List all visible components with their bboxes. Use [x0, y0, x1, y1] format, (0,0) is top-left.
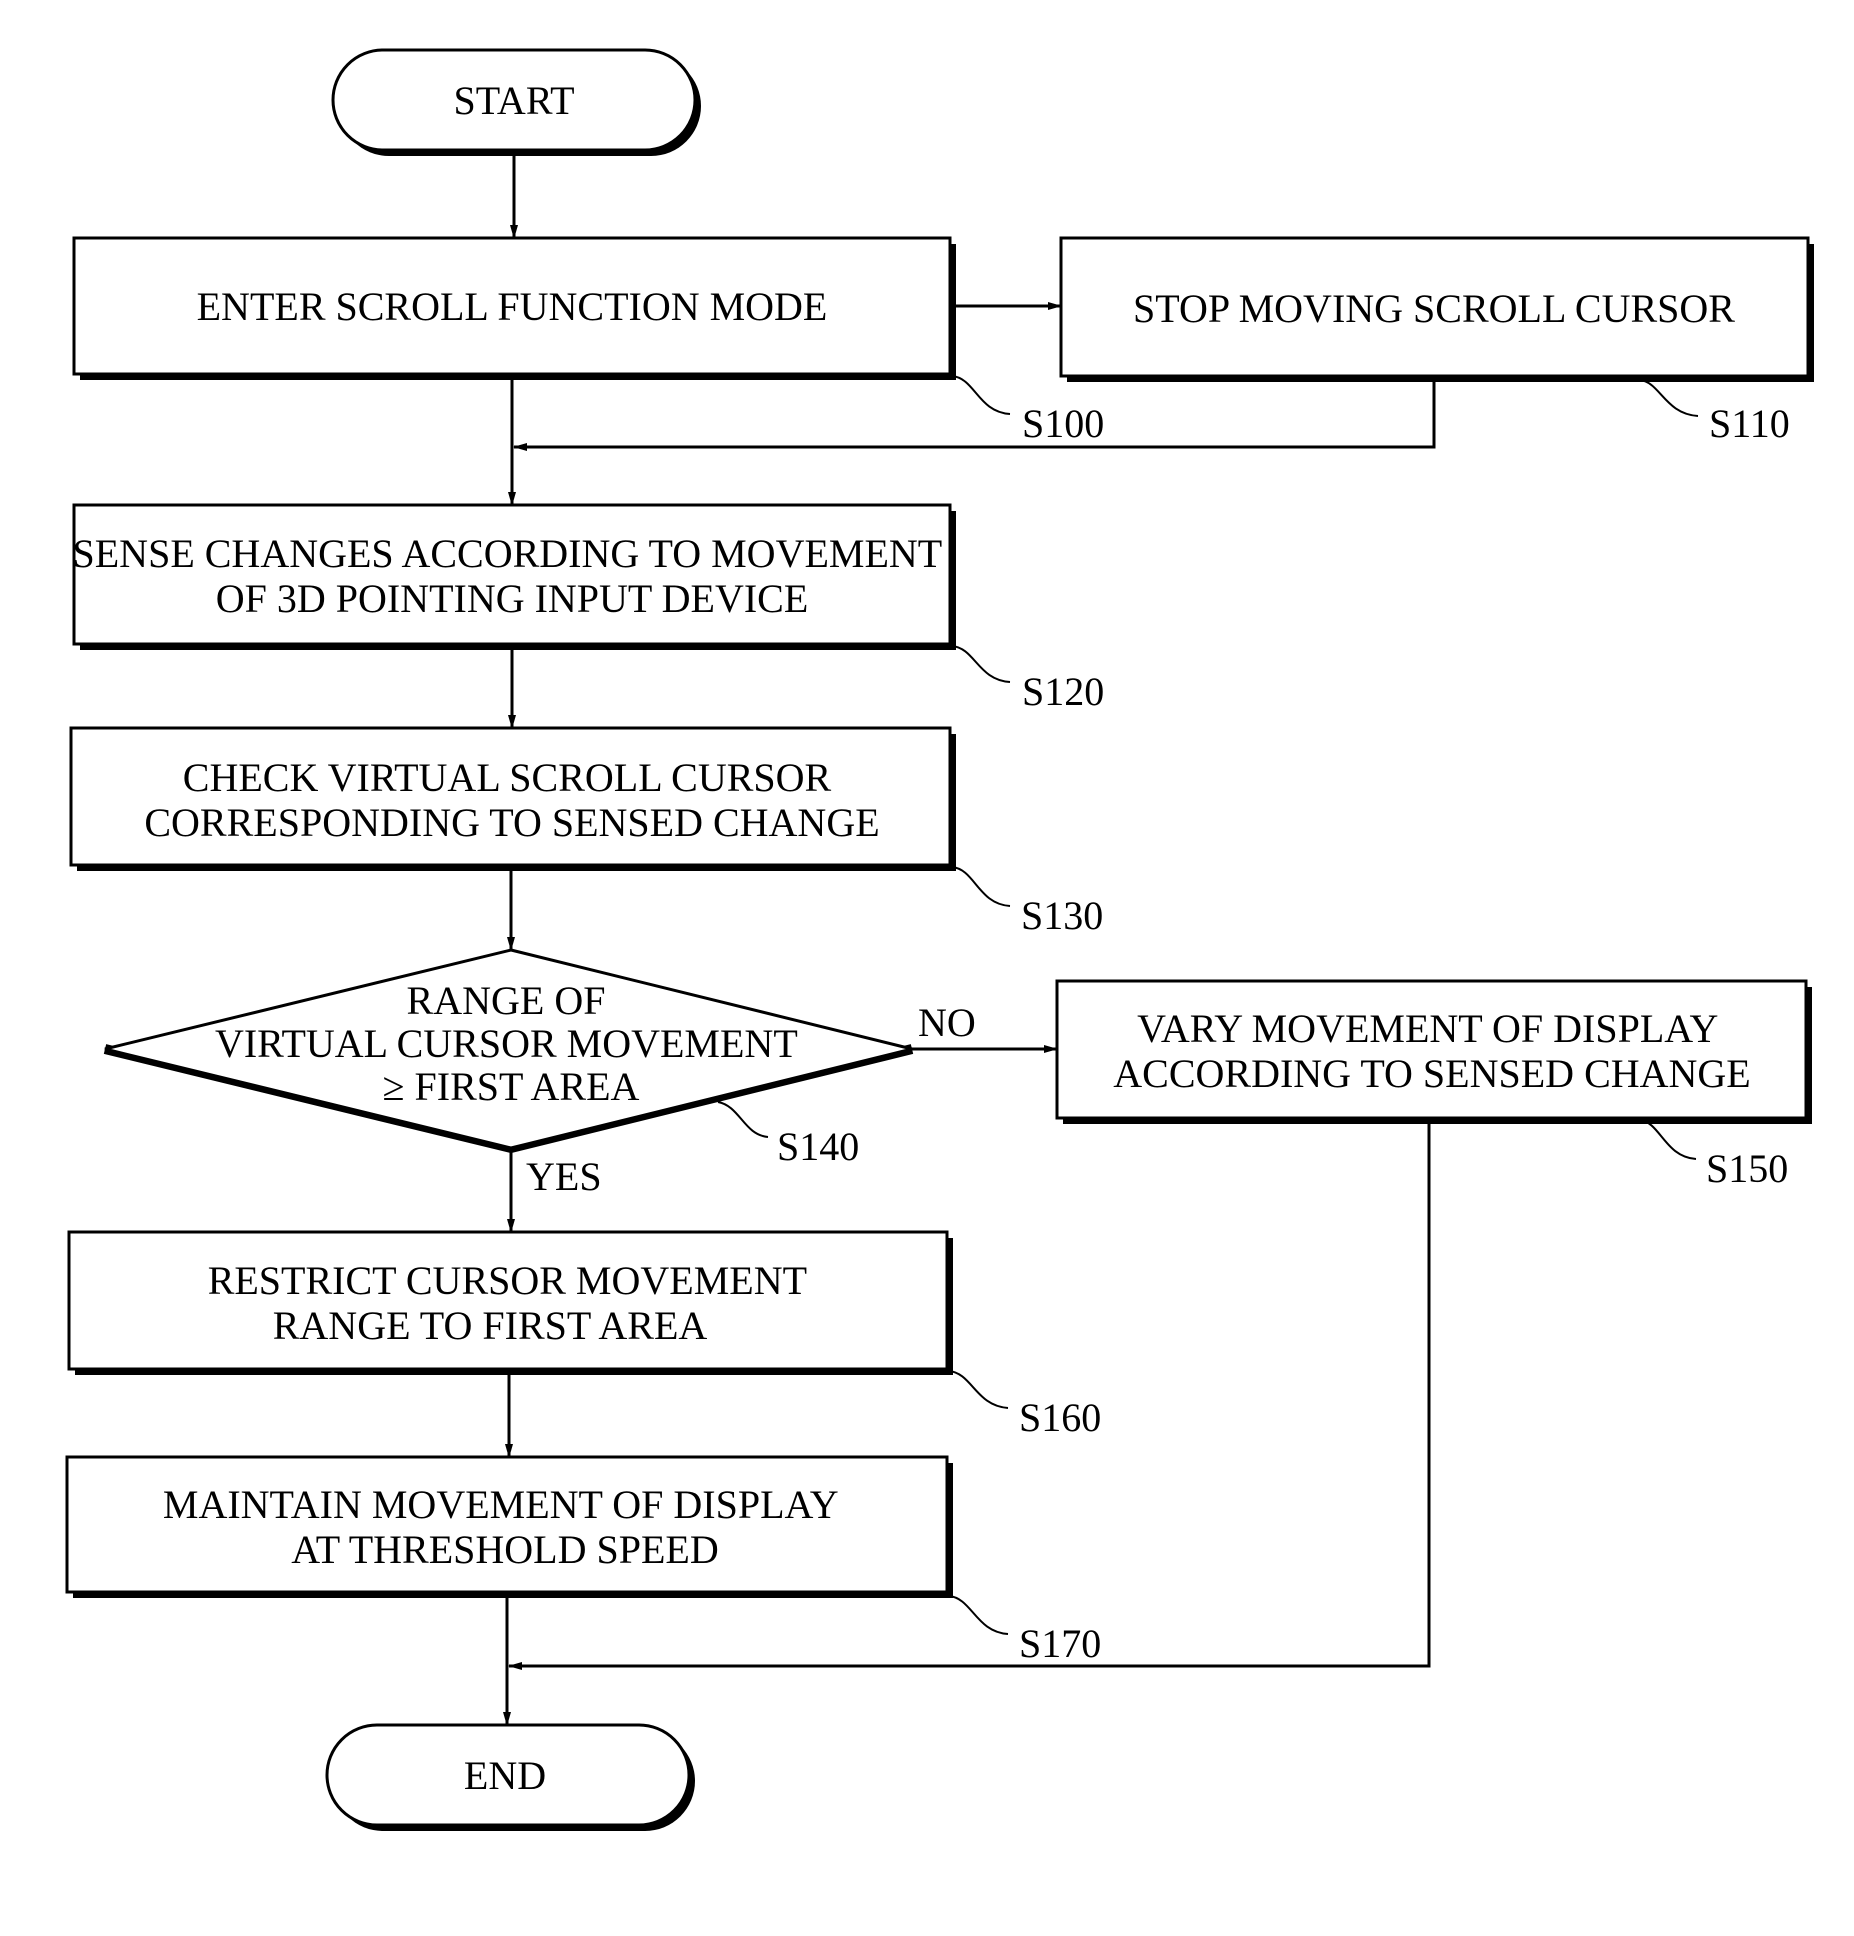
step-s100-text: ENTER SCROLL FUNCTION MODE — [197, 284, 828, 329]
tag-s100: S100 — [1022, 401, 1104, 446]
step-s150-text: VARY MOVEMENT OF DISPLAY ACCORDING TO SE… — [1113, 1006, 1750, 1096]
start-label: START — [453, 78, 574, 123]
branch-yes-label: YES — [526, 1154, 602, 1199]
step-s110-text: STOP MOVING SCROLL CURSOR — [1133, 286, 1735, 331]
tag-s140: S140 — [777, 1124, 859, 1169]
step-s150-box: VARY MOVEMENT OF DISPLAY ACCORDING TO SE… — [1055, 979, 1812, 1124]
tag-s130: S130 — [1021, 893, 1103, 938]
tag-s160: S160 — [1019, 1395, 1101, 1440]
step-s160-box: RESTRICT CURSOR MOVEMENT RANGE TO FIRST … — [67, 1230, 953, 1375]
step-s130-text: CHECK VIRTUAL SCROLL CURSOR CORRESPONDIN… — [144, 755, 879, 845]
flowchart: START ENTER SCROLL FUNCTION MODE STOP MO… — [65, 48, 1814, 1831]
tag-s120: S120 — [1022, 669, 1104, 714]
tag-s110: S110 — [1709, 401, 1790, 446]
tag-s170: S170 — [1019, 1621, 1101, 1666]
step-s170-box: MAINTAIN MOVEMENT OF DISPLAY AT THRESHOL… — [65, 1455, 953, 1598]
tag-s150: S150 — [1706, 1146, 1788, 1191]
step-s100-box: ENTER SCROLL FUNCTION MODE — [72, 236, 956, 380]
step-s120-box: SENSE CHANGES ACCORDING TO MOVEMENT OF 3… — [72, 503, 956, 650]
start-terminal: START — [331, 48, 701, 156]
step-s130-box: CHECK VIRTUAL SCROLL CURSOR CORRESPONDIN… — [69, 726, 956, 871]
step-s110-box: STOP MOVING SCROLL CURSOR — [1059, 236, 1814, 382]
end-terminal: END — [325, 1723, 695, 1831]
end-label: END — [464, 1753, 546, 1798]
decision-s140: RANGE OF VIRTUAL CURSOR MOVEMENT ≥ FIRST… — [103, 948, 914, 1154]
branch-no-label: NO — [918, 1000, 976, 1045]
